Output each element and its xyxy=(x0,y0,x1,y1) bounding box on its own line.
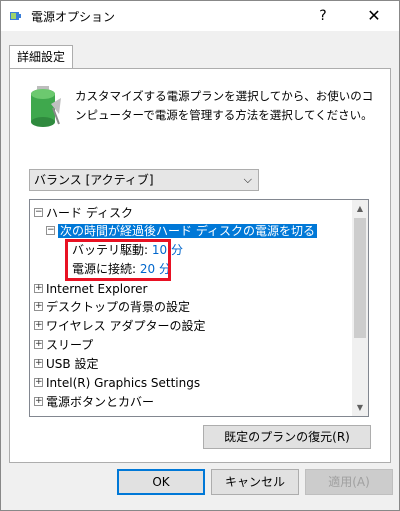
tree-item-internet-explorer[interactable]: + Internet Explorer xyxy=(34,280,147,298)
tree-item-label: デスクトップの背景の設定 xyxy=(46,300,191,314)
expand-icon[interactable]: + xyxy=(34,284,43,293)
tree-item-power-buttons-lid[interactable]: + 電源ボタンとカバー xyxy=(34,393,154,411)
power-plan-value: バランス [アクティブ] xyxy=(34,173,154,187)
apply-button[interactable]: 適用(A) xyxy=(305,469,393,495)
scroll-thumb[interactable] xyxy=(354,218,366,338)
tree-item-intel-graphics[interactable]: + Intel(R) Graphics Settings xyxy=(34,374,200,392)
battery-power-icon xyxy=(31,86,61,127)
expand-icon[interactable]: + xyxy=(34,378,43,387)
scroll-down-arrow-icon[interactable]: ▼ xyxy=(352,399,368,416)
close-button[interactable]: ✕ xyxy=(361,5,387,27)
tree-item-label: Intel(R) Graphics Settings xyxy=(46,376,201,390)
tree-item-label: スリープ xyxy=(46,338,94,352)
tree-item-label: 次の時間が経過後ハード ディスクの電源を切る xyxy=(58,224,317,238)
power-plan-select[interactable]: バランス [アクティブ] ⌵ xyxy=(29,169,259,191)
help-button[interactable]: ? xyxy=(311,5,335,27)
expand-icon[interactable]: + xyxy=(34,359,43,368)
red-highlight-annotation xyxy=(65,239,171,281)
tree-item-label: 電源ボタンとカバー xyxy=(46,395,155,409)
tree-scrollbar[interactable]: ▲ ▼ xyxy=(352,200,368,416)
tree-item-label: ハード ディスク xyxy=(46,206,133,220)
tab-advanced-settings[interactable]: 詳細設定 xyxy=(9,45,73,69)
expand-icon[interactable]: + xyxy=(34,340,43,349)
tree-item-label: ワイヤレス アダプターの設定 xyxy=(46,319,206,333)
description-text: カスタマイズする電源プランを選択してから、お使いのコンピューターで電源を管理する… xyxy=(75,89,374,122)
tree-item-wireless-adapter[interactable]: + ワイヤレス アダプターの設定 xyxy=(34,317,205,335)
expand-icon[interactable]: + xyxy=(34,321,43,330)
tree-item-hard-disk[interactable]: − ハード ディスク xyxy=(34,204,133,222)
expand-icon[interactable]: + xyxy=(34,302,43,311)
tree-item-label: Internet Explorer xyxy=(46,282,148,296)
expand-icon[interactable]: + xyxy=(34,397,43,406)
restore-plan-defaults-button[interactable]: 既定のプランの復元(R) xyxy=(203,425,371,449)
collapse-icon[interactable]: − xyxy=(46,226,55,235)
tree-item-usb-settings[interactable]: + USB 設定 xyxy=(34,355,98,373)
tree-item-turn-off-hard-disk[interactable]: − 次の時間が経過後ハード ディスクの電源を切る xyxy=(46,222,317,240)
tree-item-label: USB 設定 xyxy=(46,357,99,371)
tree-item-sleep[interactable]: + スリープ xyxy=(34,336,93,354)
scroll-up-arrow-icon[interactable]: ▲ xyxy=(352,200,368,217)
ok-button[interactable]: OK xyxy=(117,469,205,495)
tree-item-desktop-background[interactable]: + デスクトップの背景の設定 xyxy=(34,298,190,316)
title-bar: 電源オプション ? ✕ xyxy=(1,1,399,31)
power-options-icon xyxy=(10,12,21,20)
chevron-down-icon: ⌵ xyxy=(243,173,252,186)
settings-tree[interactable]: − ハード ディスク − 次の時間が経過後ハード ディスクの電源を切る バッテリ駆動… xyxy=(29,199,369,417)
window-title: 電源オプション xyxy=(31,10,116,24)
collapse-icon[interactable]: − xyxy=(34,208,43,217)
power-options-window: 電源オプション ? ✕ 詳細設定 カスタマイズする電源プランを選択してから、お使… xyxy=(0,0,400,511)
cancel-button[interactable]: キャンセル xyxy=(211,469,299,495)
